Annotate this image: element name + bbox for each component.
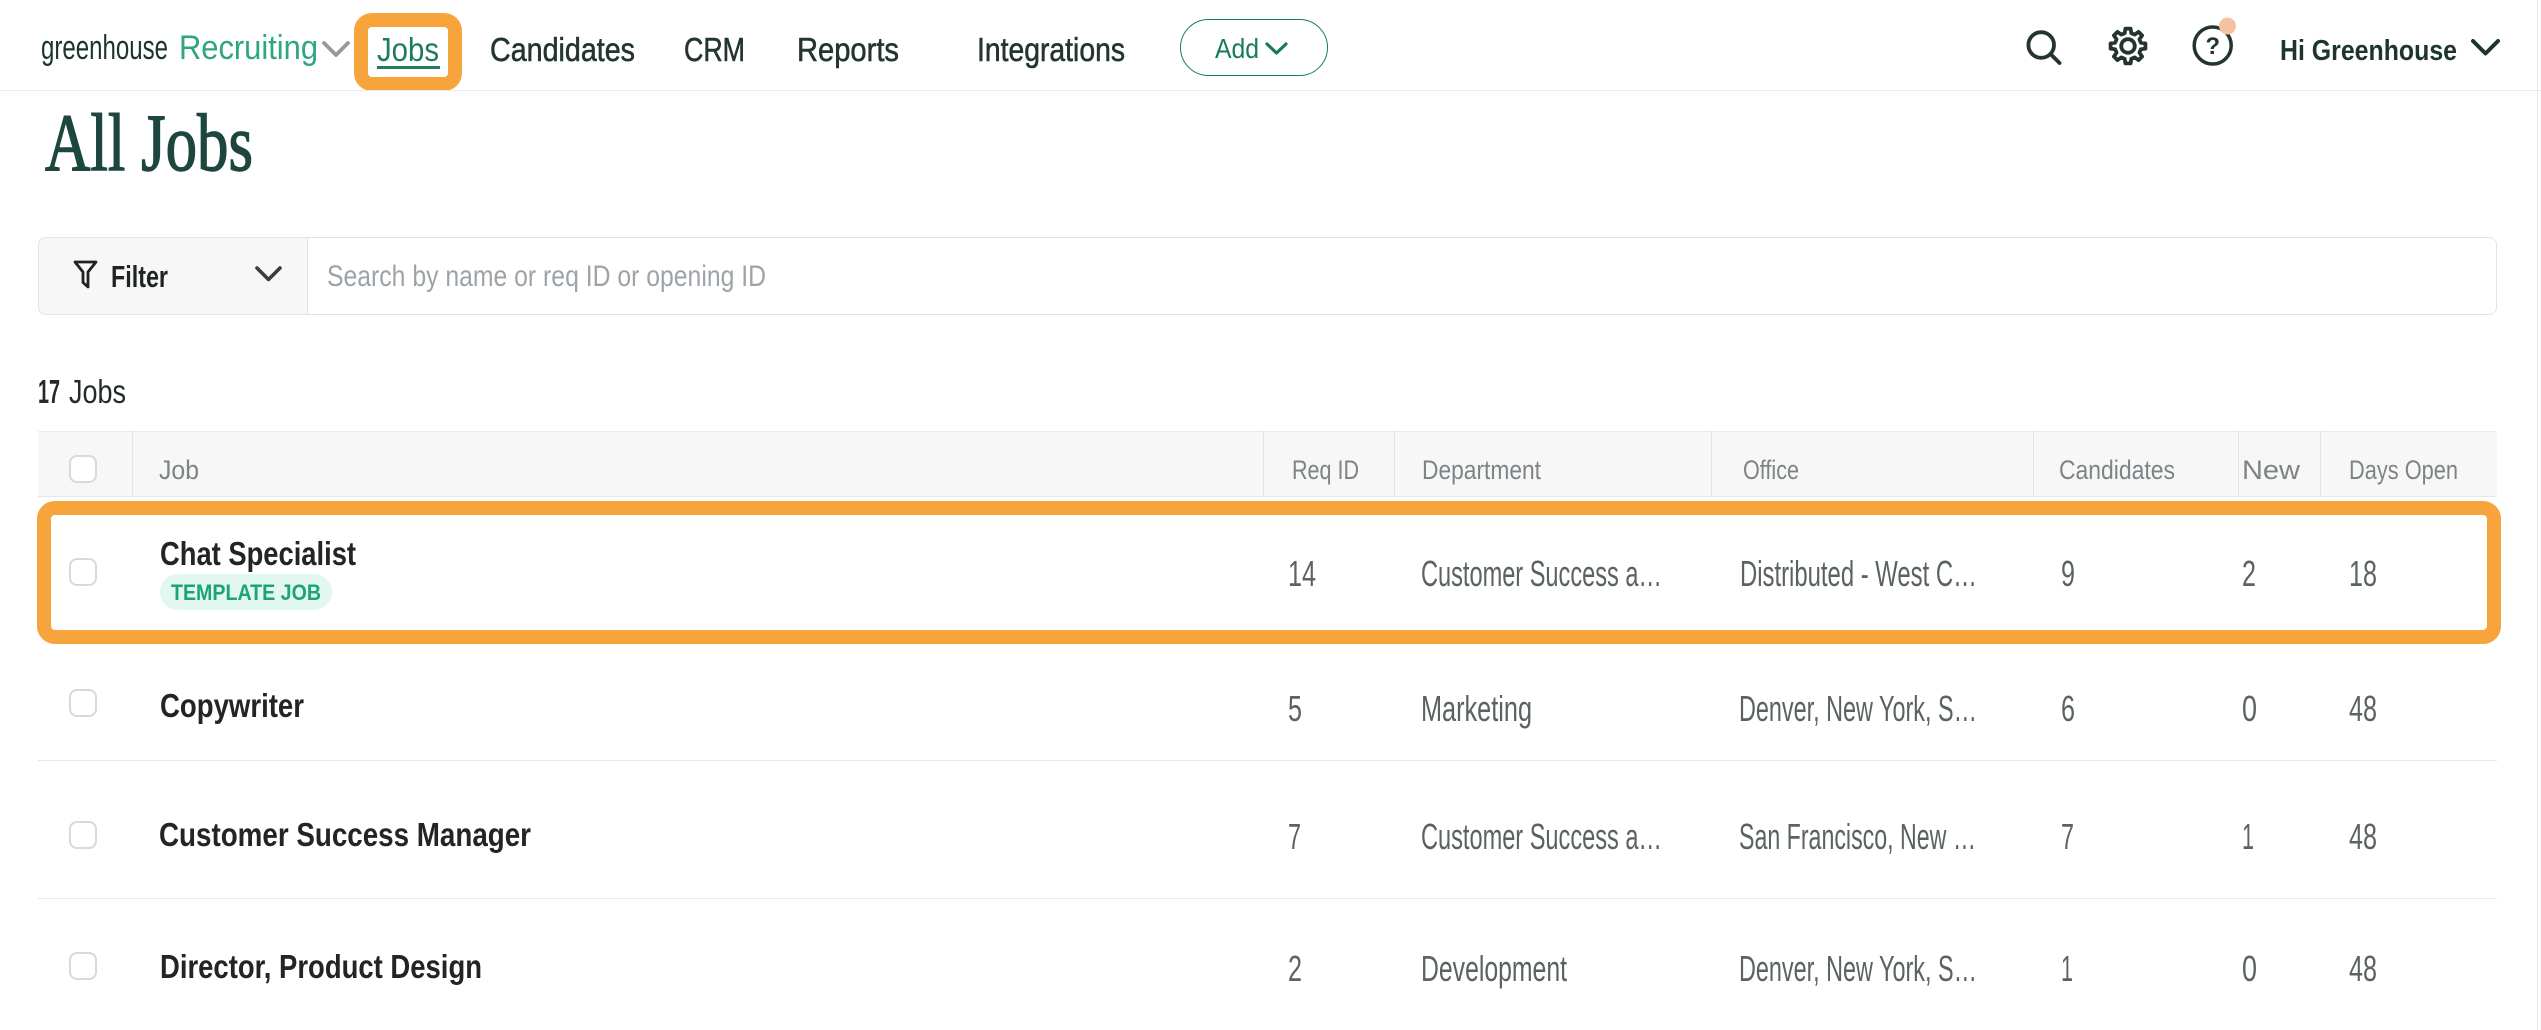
svg-text:Jobs: Jobs [69,373,126,410]
svg-text:9: 9 [2061,553,2075,594]
svg-text:6: 6 [2061,688,2075,729]
svg-text:5: 5 [1288,688,1302,729]
svg-text:Office: Office [1743,455,1799,485]
svg-text:Reports: Reports [797,31,899,68]
svg-text:1: 1 [2242,816,2254,857]
svg-text:18: 18 [2349,553,2377,594]
svg-text:2: 2 [2242,553,2256,594]
svg-text:San Francisco, New …: San Francisco, New … [1739,816,1976,857]
svg-text:Customer Success Manager: Customer Success Manager [159,816,531,853]
svg-text:Req ID: Req ID [1292,455,1359,485]
svg-text:7: 7 [2061,816,2074,857]
svg-text:Development: Development [1421,948,1567,989]
svg-text:New: New [2242,455,2301,485]
svg-text:14: 14 [1288,553,1316,594]
svg-text:Add: Add [1215,33,1259,64]
svg-text:Filter: Filter [111,259,168,294]
svg-text:Denver, New York, S…: Denver, New York, S… [1739,948,1977,989]
svg-text:0: 0 [2242,688,2257,729]
svg-text:7: 7 [1288,816,1301,857]
svg-text:2: 2 [1288,948,1302,989]
svg-text:Candidates: Candidates [2059,455,2175,485]
svg-text:Candidates: Candidates [490,31,635,68]
svg-text:Search by name or req ID or op: Search by name or req ID or opening ID [327,260,766,293]
svg-text:48: 48 [2349,688,2377,729]
svg-text:48: 48 [2349,948,2377,989]
svg-text:48: 48 [2349,816,2377,857]
svg-text:Integrations: Integrations [977,31,1125,68]
svg-text:0: 0 [2242,948,2257,989]
svg-text:CRM: CRM [684,31,745,68]
svg-text:17: 17 [38,373,60,410]
svg-text:Director, Product Design: Director, Product Design [160,948,482,985]
svg-text:1: 1 [2061,948,2073,989]
svg-text:Days Open: Days Open [2349,455,2458,485]
svg-text:Marketing: Marketing [1421,688,1532,729]
svg-text:Recruiting: Recruiting [179,29,318,67]
svg-text:?: ? [2205,33,2220,60]
svg-text:Customer Success a…: Customer Success a… [1421,816,1662,857]
svg-text:Jobs: Jobs [377,31,439,68]
svg-text:TEMPLATE JOB: TEMPLATE JOB [171,580,321,605]
svg-text:Hi Greenhouse: Hi Greenhouse [2280,35,2457,67]
svg-text:Distributed - West C…: Distributed - West C… [1740,553,1977,594]
svg-text:All Jobs: All Jobs [45,97,253,188]
svg-text:Job: Job [159,455,199,485]
svg-text:Customer Success a…: Customer Success a… [1421,553,1662,594]
svg-text:Copywriter: Copywriter [160,687,304,724]
svg-text:Denver, New York, S…: Denver, New York, S… [1739,688,1977,729]
svg-text:greenhouse: greenhouse [41,29,168,67]
svg-text:Department: Department [1422,455,1541,485]
